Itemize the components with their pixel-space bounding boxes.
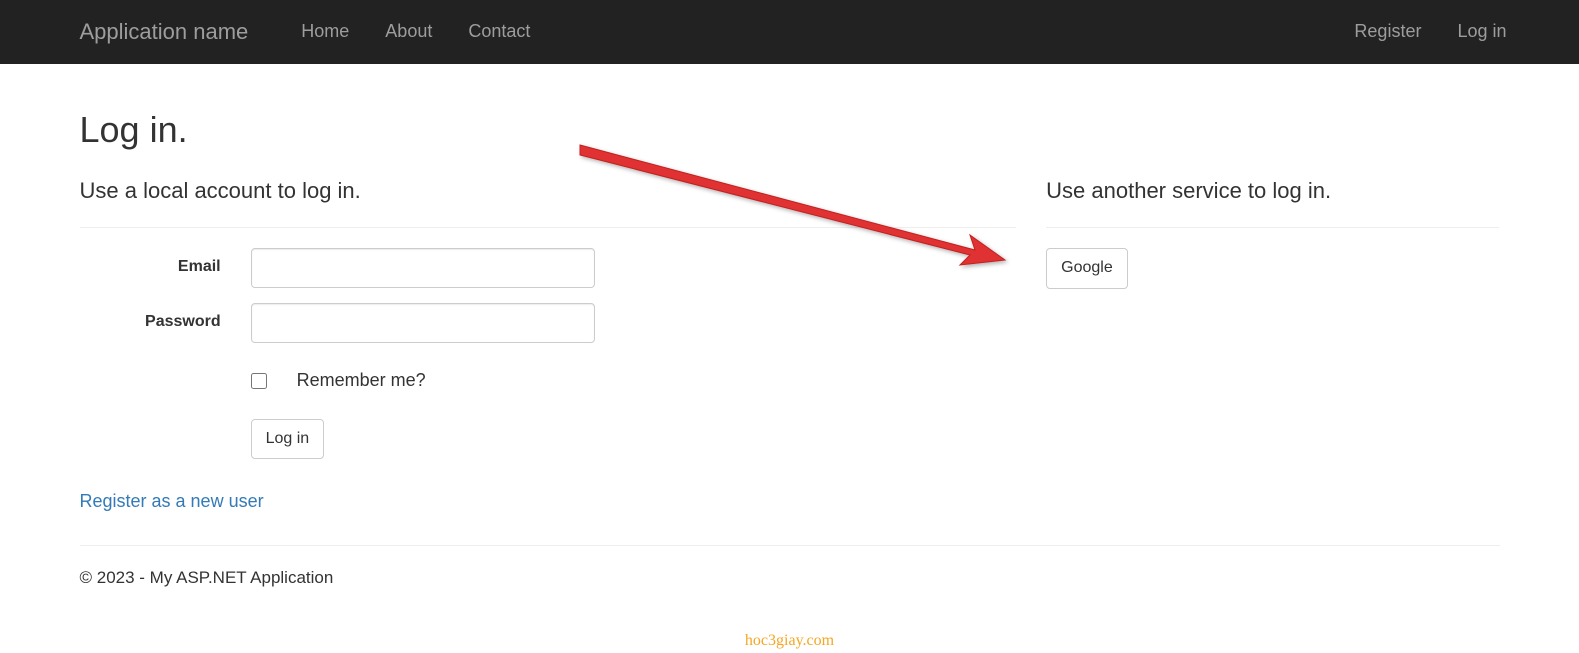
remember-label: Remember me? [297, 368, 426, 394]
email-label: Email [80, 256, 236, 279]
nav-about[interactable]: About [367, 4, 450, 60]
brand-link[interactable]: Application name [55, 1, 264, 62]
page-title: Log in. [80, 104, 1500, 155]
divider [1046, 227, 1499, 228]
divider [80, 227, 1017, 228]
divider [80, 545, 1500, 546]
google-login-button[interactable]: Google [1046, 248, 1128, 289]
local-login-section: Use a local account to log in. Email Pas… [65, 165, 1032, 515]
login-button[interactable]: Log in [251, 419, 325, 460]
password-label: Password [80, 311, 236, 334]
email-input[interactable] [251, 248, 596, 288]
nav-contact[interactable]: Contact [450, 4, 548, 60]
register-new-user-link[interactable]: Register as a new user [80, 489, 264, 515]
navbar: Application name Home About Contact Regi… [0, 0, 1579, 64]
password-input[interactable] [251, 303, 596, 343]
footer: © 2023 - My ASP.NET Application [80, 545, 1500, 620]
external-login-heading: Use another service to log in. [1046, 175, 1499, 206]
nav-register[interactable]: Register [1336, 4, 1439, 60]
nav-home[interactable]: Home [283, 4, 367, 60]
external-login-section: Use another service to log in. Google [1031, 165, 1514, 515]
nav-login[interactable]: Log in [1439, 4, 1524, 60]
remember-checkbox[interactable] [251, 373, 267, 389]
local-login-heading: Use a local account to log in. [80, 175, 1017, 206]
footer-text: © 2023 - My ASP.NET Application [80, 566, 1500, 590]
